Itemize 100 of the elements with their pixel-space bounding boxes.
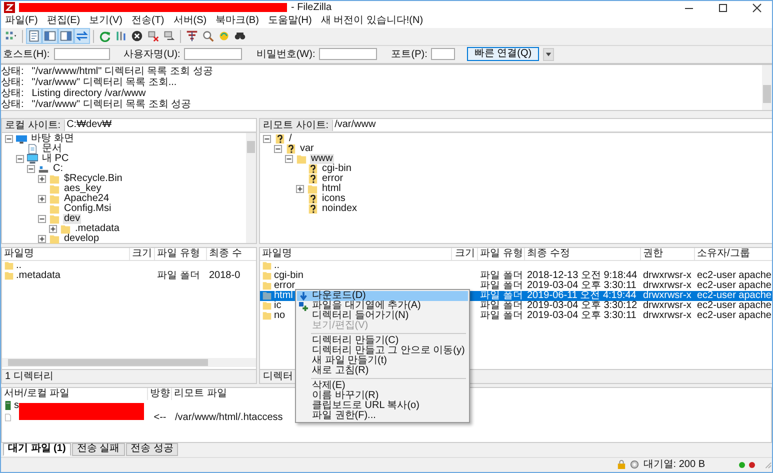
tree-item[interactable]: 바탕 화면 <box>30 134 75 144</box>
column-header[interactable]: 파일 유형 <box>155 248 207 260</box>
lock-icon <box>617 460 626 470</box>
collapse-icon[interactable] <box>27 164 35 173</box>
column-header[interactable]: 서버/로컬 파일 <box>2 388 148 400</box>
input-field[interactable] <box>184 48 242 60</box>
table-cell: <-- <box>154 412 166 423</box>
expand-icon[interactable] <box>38 174 46 183</box>
column-header[interactable]: 크기 <box>452 248 478 260</box>
log-message: "/var/www/html" 디렉터리 목록 조회 성공 <box>32 66 213 77</box>
dropdown-button[interactable] <box>542 48 554 61</box>
expand-icon[interactable] <box>296 184 304 193</box>
tree-item[interactable]: cgi-bin <box>321 164 352 174</box>
queue-size: 대기열: 200 B <box>643 459 705 470</box>
column-header[interactable]: 크기 <box>130 248 155 260</box>
folder-icon <box>49 184 60 194</box>
column-header[interactable]: 권한 <box>641 248 695 260</box>
menu-item[interactable]: 서버(S) <box>173 15 207 28</box>
tree-item[interactable]: noindex <box>321 204 358 214</box>
unknown-folder-icon <box>307 204 318 214</box>
tree-item[interactable]: 내 PC <box>41 154 70 164</box>
tree-item[interactable]: var <box>299 144 315 154</box>
menu-item[interactable]: 다운로드(D) <box>297 291 468 301</box>
arrows-icon <box>76 30 88 42</box>
maximize-icon[interactable] <box>718 2 728 13</box>
table-cell: s <box>14 400 19 411</box>
collapse-icon[interactable] <box>285 154 293 163</box>
menu-item[interactable]: 클립보드로 URL 복사(o) <box>297 401 468 411</box>
tree-item[interactable]: develop <box>63 234 100 244</box>
tree-item[interactable]: Config.Msi <box>63 204 112 214</box>
column-header[interactable]: 최종 수정 <box>525 248 641 260</box>
table-cell: drwxrwsr-x <box>643 290 692 301</box>
column-header[interactable]: 최종 수 <box>207 248 256 260</box>
menu-item[interactable]: 전송(T) <box>131 15 164 28</box>
menu-item[interactable]: 보기(V) <box>89 15 122 28</box>
scrollbar[interactable] <box>246 132 256 243</box>
file-icon <box>5 413 11 422</box>
table-cell: .. <box>16 260 22 271</box>
menu-item[interactable]: 도움말(H) <box>268 15 312 28</box>
status-text: 1 디렉터리 <box>5 370 54 382</box>
table-cell: ec2-user apache <box>697 280 772 291</box>
scrollbar[interactable] <box>2 358 256 367</box>
tree-item[interactable]: html <box>321 184 342 194</box>
log-label: 상태: <box>1 66 24 77</box>
unknown-folder-icon <box>274 134 285 144</box>
expand-icon[interactable] <box>38 234 46 243</box>
menu-item[interactable]: 파일(F) <box>5 15 38 28</box>
menu-item[interactable]: 디렉터리 만들고 그 안으로 이동(y) <box>297 346 468 356</box>
unknown-folder-icon <box>307 194 318 204</box>
column-header[interactable]: 파일 유형 <box>478 248 525 260</box>
close-icon[interactable] <box>752 2 762 13</box>
expand-icon[interactable] <box>38 194 46 203</box>
menu-item[interactable]: 북마크(B) <box>216 15 259 28</box>
collapse-icon[interactable] <box>16 154 24 163</box>
toolbar-button[interactable] <box>26 28 42 44</box>
tree-item[interactable]: .metadata <box>74 224 120 234</box>
tree-item[interactable]: error <box>321 174 344 184</box>
toolbar-button[interactable] <box>58 28 74 44</box>
quickconnect-button[interactable]: 빠른 연결(Q) <box>467 47 539 62</box>
menu-item[interactable]: 디렉터리 만들기(C) <box>297 336 468 346</box>
collapse-icon[interactable] <box>274 144 282 153</box>
field-label: 비밀번호(W): <box>256 48 316 60</box>
menu-item[interactable]: 새로 고침(R) <box>297 366 468 376</box>
column-header[interactable]: 방향 <box>148 388 172 400</box>
tree-item[interactable]: / <box>288 134 293 144</box>
tree-item[interactable]: Apache24 <box>63 194 110 204</box>
resize-grip-icon[interactable] <box>763 460 772 470</box>
menu-item[interactable]: 디렉터리 들어가기(N) <box>297 311 468 321</box>
toolbar-button[interactable] <box>42 28 58 44</box>
menu-item[interactable]: 편집(E) <box>46 15 80 28</box>
collapse-icon[interactable] <box>263 134 271 143</box>
folder-icon <box>49 214 60 224</box>
tree-item[interactable]: C: <box>52 164 64 174</box>
tab[interactable]: 전송 성공 <box>126 442 178 456</box>
menu-item[interactable]: 삭제(E) <box>297 381 468 391</box>
input-field[interactable] <box>54 48 110 60</box>
column-header[interactable]: 소유자/그룹 <box>695 248 772 260</box>
tab[interactable]: 대기 파일 (1) <box>3 442 71 456</box>
unknown-folder-icon <box>307 174 318 184</box>
gear-icon <box>630 460 640 470</box>
column-header[interactable]: 파일명 <box>260 248 452 260</box>
tree-item[interactable]: icons <box>321 194 346 204</box>
tree-item[interactable]: www <box>310 154 334 164</box>
scrollbar[interactable] <box>762 64 772 110</box>
menu-item[interactable]: 파일 권한(F)... <box>297 411 468 421</box>
menu-item[interactable]: 새 버전이 있습니다!(N) <box>320 15 424 28</box>
input-field[interactable] <box>431 48 456 60</box>
menu-item[interactable]: 파일을 대기열에 추가(A) <box>297 301 468 311</box>
collapse-icon[interactable] <box>5 134 13 143</box>
menu-item[interactable]: 새 파일 만들기(t) <box>297 356 468 366</box>
expand-icon[interactable] <box>49 224 57 233</box>
column-header[interactable]: 파일명 <box>2 248 130 260</box>
tab[interactable]: 전송 실패 <box>72 442 125 456</box>
tree-item[interactable]: dev <box>63 214 82 224</box>
input-field[interactable] <box>319 48 378 60</box>
tree-item[interactable]: aes_key <box>63 184 102 194</box>
tree-item[interactable]: $Recycle.Bin <box>63 174 124 184</box>
menu-item[interactable]: 이름 바꾸기(R) <box>297 391 468 401</box>
collapse-icon[interactable] <box>38 214 46 223</box>
tree-item[interactable]: 문서 <box>41 144 63 154</box>
